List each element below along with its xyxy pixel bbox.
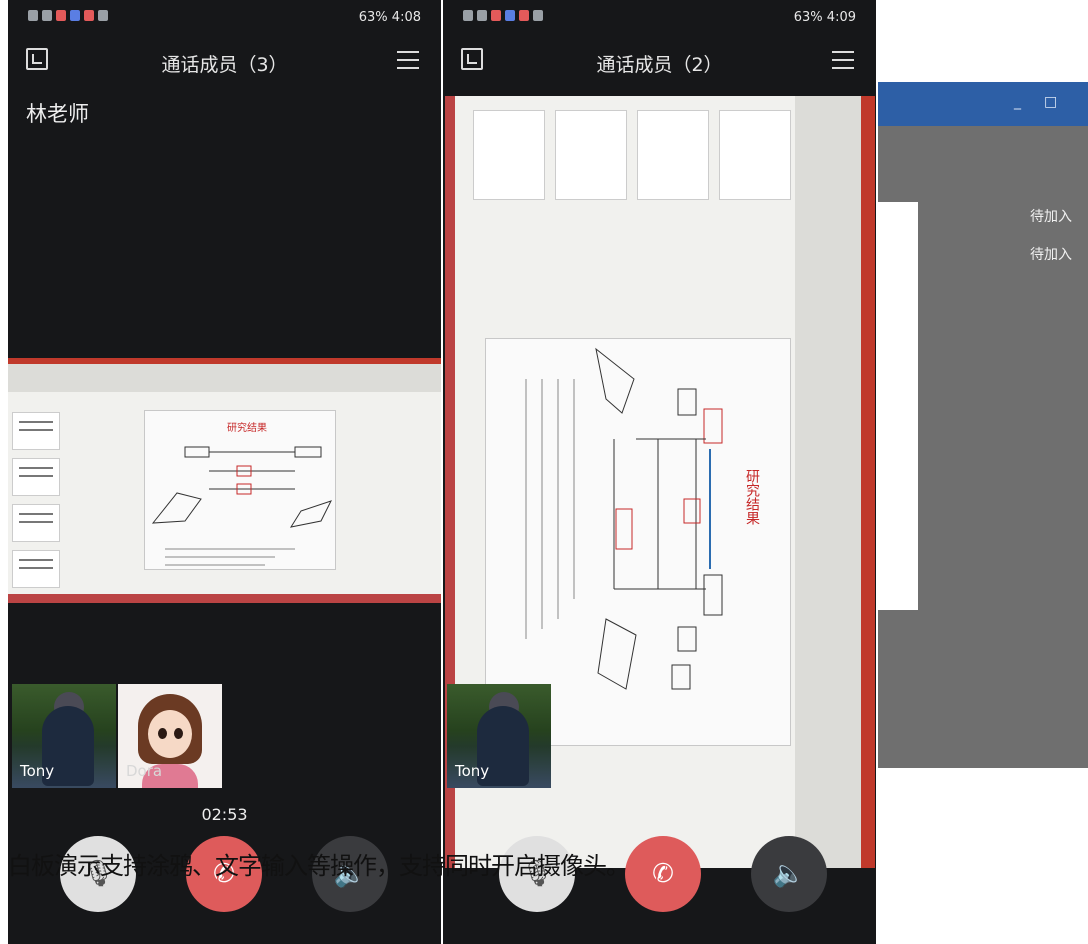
window-maximize-button[interactable]: □ (1044, 94, 1057, 110)
window-minimize-button[interactable]: _ (1014, 94, 1021, 110)
slide-thumbnail (555, 110, 627, 200)
video-tile-tony[interactable]: Tony (447, 684, 551, 788)
caption-text: 白板演示支持涂鸦、文字输入等操作，支持同时开启摄像头。 (8, 852, 630, 880)
tile-label: Dora (126, 762, 163, 780)
slide-thumbnail (12, 458, 60, 496)
clock: 4:09 (826, 10, 856, 25)
taskbar (8, 594, 441, 603)
slide-thumbnail (719, 110, 791, 200)
slide-thumbnail (12, 504, 60, 542)
status-right: 63% 4:09 (794, 10, 856, 25)
status-icons (463, 10, 543, 21)
speaker-button[interactable]: 🔈 (751, 836, 827, 912)
clock: 4:08 (391, 10, 421, 25)
call-members-title: 通话成员（2） (596, 54, 723, 76)
slide-thumbnail (12, 550, 60, 588)
shared-screen: 研究结果 (8, 358, 441, 603)
slide-canvas: 研究结果 (144, 410, 336, 570)
slide-diagram (151, 446, 332, 566)
window-side-panel (878, 202, 918, 610)
ribbon-tab-strip (861, 96, 875, 868)
tile-label: Tony (455, 762, 490, 780)
battery-percent: 63% (793, 10, 823, 25)
status-icons (28, 10, 108, 21)
battery-percent: 63% (358, 10, 388, 25)
call-members-title: 通话成员（3） (161, 54, 288, 76)
pending-status: 待加入 (1030, 247, 1072, 263)
menu-icon[interactable] (397, 51, 419, 69)
status-bar: 63% 4:09 (463, 10, 856, 30)
caller-name: 林老师 (26, 102, 89, 126)
slide-thumbnail (637, 110, 709, 200)
slide-thumbnail (473, 110, 545, 200)
video-tile-tony[interactable]: Tony (12, 684, 116, 788)
tile-label: Tony (20, 762, 55, 780)
call-timer: 02:53 (201, 805, 248, 824)
slide-thumbnail (12, 412, 60, 450)
menu-icon[interactable] (832, 51, 854, 69)
call-topbar: 通话成员（3） (8, 40, 441, 84)
ribbon-tab-strip (8, 358, 441, 364)
phone-screen-right: 63% 4:09 通话成员（2） 研究结果 Tony 🎙 ✆ 🔈 (443, 0, 876, 944)
phone-screen-left: 63% 4:08 通话成员（3） 林老师 研究结果 Tony Dora 02:5… (8, 0, 441, 944)
office-ribbon (795, 96, 861, 868)
desktop-call-window: _ □ 待加入 待加入 (878, 82, 1088, 768)
hang-up-button[interactable]: ✆ (625, 836, 701, 912)
window-titlebar: _ □ (878, 82, 1088, 126)
video-tile-avatar[interactable]: Dora (118, 684, 222, 788)
call-topbar: 通话成员（2） (443, 40, 876, 84)
pending-status: 待加入 (1030, 209, 1072, 225)
status-bar: 63% 4:08 (28, 10, 421, 30)
status-right: 63% 4:08 (359, 10, 421, 25)
hang-up-icon: ✆ (652, 859, 674, 889)
speaker-icon: 🔈 (772, 859, 806, 889)
